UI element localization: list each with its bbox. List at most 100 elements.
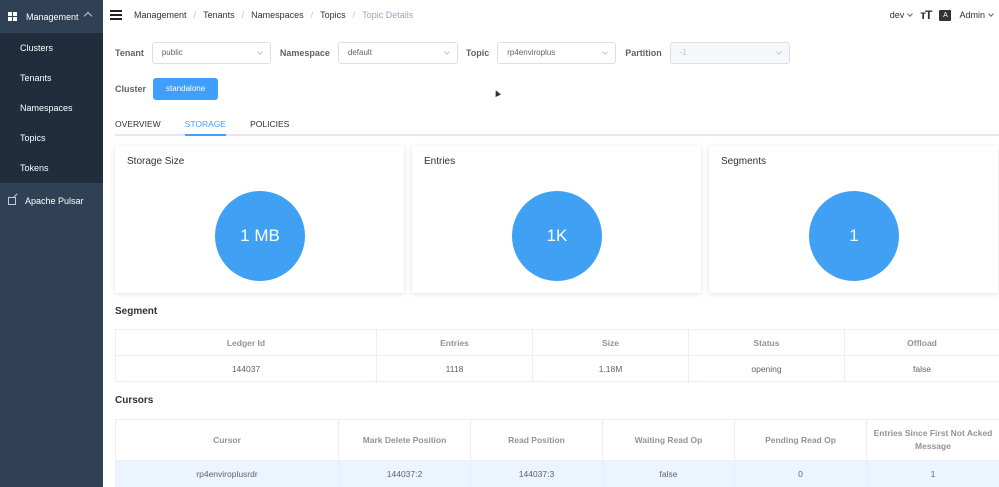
breadcrumb: Management / Tenants / Namespaces / Topi…	[134, 10, 413, 20]
column-header: Cursor	[115, 419, 339, 461]
table-cell: false	[602, 460, 735, 487]
table-cell: opening	[688, 355, 845, 382]
breadcrumb-tenants[interactable]: Tenants	[203, 10, 235, 20]
sidebar-item-tokens[interactable]: Tokens	[0, 153, 103, 183]
sidebar-submenu: Clusters Tenants Namespaces Topics Token…	[0, 33, 103, 183]
navbar-right: dev тT A Admin	[889, 8, 994, 22]
entries-card: Entries 1K	[412, 146, 701, 293]
table-row[interactable]: 144037 1118 1.18M opening false	[115, 355, 999, 382]
breadcrumb-management[interactable]: Management	[134, 10, 187, 20]
table-cell: rp4enviroplusrdr	[115, 460, 339, 487]
entries-value: 1K	[512, 191, 602, 281]
cursors-section-title: Cursors	[115, 395, 154, 406]
column-header: Ledger Id	[115, 329, 377, 356]
chevron-down-icon	[444, 49, 450, 55]
segment-table: Ledger Id Entries Size Status Offload 14…	[115, 329, 999, 382]
column-header: Entries	[376, 329, 533, 356]
column-header: Mark Delete Position	[338, 419, 471, 461]
partition-select[interactable]: -1	[669, 42, 790, 64]
table-cell: 144037:2	[338, 460, 471, 487]
table-cell: 144037:3	[470, 460, 603, 487]
font-size-icon[interactable]: тT	[920, 8, 932, 22]
tenant-value: public	[161, 48, 183, 57]
card-title: Storage Size	[127, 156, 185, 167]
tenant-select[interactable]: public	[151, 42, 271, 64]
namespace-label: Namespace	[279, 48, 330, 58]
sidebar-item-clusters[interactable]: Clusters	[0, 33, 103, 63]
sidebar-item-topics[interactable]: Topics	[0, 123, 103, 153]
storage-size-value: 1 MB	[215, 191, 305, 281]
env-selector[interactable]: dev	[889, 10, 914, 20]
cluster-row: Cluster standalone	[115, 78, 219, 100]
cursors-table: Cursor Mark Delete Position Read Positio…	[115, 419, 999, 487]
topic-label: Topic	[465, 48, 490, 58]
hamburger-menu-icon[interactable]	[110, 10, 122, 20]
tab-bar: OVERVIEW STORAGE POLICIES	[115, 116, 999, 136]
table-cell: 1	[866, 460, 999, 487]
filter-row: Tenant public Namespace default Topic rp…	[115, 42, 790, 64]
column-header: Entries Since First Not Acked Message	[866, 419, 999, 461]
breadcrumb-topic-details: Topic Details	[362, 10, 414, 20]
navbar: Management / Tenants / Namespaces / Topi…	[103, 0, 999, 30]
user-name: Admin	[959, 10, 985, 20]
column-header: Waiting Read Op	[602, 419, 735, 461]
env-label: dev	[889, 10, 905, 20]
breadcrumb-separator: /	[310, 10, 314, 20]
column-header: Status	[688, 329, 845, 356]
table-header-row: Cursor Mark Delete Position Read Positio…	[115, 419, 999, 461]
sidebar-item-tenants[interactable]: Tenants	[0, 63, 103, 93]
column-header: Size	[532, 329, 689, 356]
namespace-value: default	[347, 48, 372, 57]
segment-section-title: Segment	[115, 306, 158, 317]
table-row[interactable]: rp4enviroplusrdr 144037:2 144037:3 false…	[115, 460, 999, 487]
chevron-down-icon	[775, 49, 782, 55]
breadcrumb-topics[interactable]: Topics	[320, 10, 346, 20]
column-header: Read Position	[470, 419, 603, 461]
user-menu[interactable]: Admin	[959, 10, 994, 20]
table-cell: 1.18M	[532, 355, 689, 382]
namespace-select[interactable]: default	[337, 42, 458, 64]
chevron-down-icon	[602, 49, 609, 55]
segments-value: 1	[809, 191, 899, 281]
table-cell: 1118	[376, 355, 533, 382]
cluster-standalone-button[interactable]: standalone	[153, 78, 219, 100]
main-content: Tenant public Namespace default Topic rp…	[103, 30, 999, 487]
external-link-icon	[8, 197, 16, 205]
sidebar: Management Clusters Tenants Namespaces T…	[0, 0, 103, 487]
segments-card: Segments 1	[709, 146, 998, 293]
breadcrumb-separator: /	[193, 10, 197, 20]
sidebar-item-namespaces[interactable]: Namespaces	[0, 93, 103, 123]
chevron-down-icon	[988, 11, 994, 17]
language-icon[interactable]: A	[939, 9, 952, 21]
storage-size-card: Storage Size 1 MB	[115, 146, 404, 293]
table-header-row: Ledger Id Entries Size Status Offload	[115, 329, 999, 356]
column-header: Pending Read Op	[734, 419, 867, 461]
sidebar-link-label: Apache Pulsar	[25, 196, 84, 206]
topic-value: rp4enviroplus	[507, 48, 556, 57]
tab-policies[interactable]: POLICIES	[250, 116, 289, 136]
dashboard-grid-icon	[8, 12, 17, 21]
table-cell: 144037	[115, 355, 377, 382]
sidebar-menu-management[interactable]: Management	[0, 0, 103, 33]
sidebar-header-label: Management	[26, 11, 79, 22]
tenant-label: Tenant	[115, 48, 144, 58]
chevron-up-icon	[83, 11, 93, 21]
partition-value: -1	[679, 48, 687, 57]
column-header: Offload	[844, 329, 999, 356]
chevron-down-icon	[907, 11, 914, 17]
tab-overview[interactable]: OVERVIEW	[115, 116, 161, 136]
breadcrumb-namespaces[interactable]: Namespaces	[251, 10, 304, 20]
partition-label: Partition	[625, 48, 662, 58]
sidebar-link-apache-pulsar[interactable]: Apache Pulsar	[0, 183, 103, 219]
storage-cards: Storage Size 1 MB Entries 1K Segments 1	[115, 146, 999, 293]
card-title: Entries	[424, 156, 456, 167]
breadcrumb-separator: /	[352, 10, 356, 20]
chevron-down-icon	[257, 49, 263, 55]
table-cell: 0	[734, 460, 867, 487]
cluster-label: Cluster	[115, 84, 147, 94]
breadcrumb-separator: /	[241, 10, 245, 20]
tab-storage[interactable]: STORAGE	[184, 116, 227, 136]
topic-select[interactable]: rp4enviroplus	[497, 42, 617, 64]
card-title: Segments	[721, 156, 767, 167]
mouse-cursor-icon	[493, 89, 501, 97]
